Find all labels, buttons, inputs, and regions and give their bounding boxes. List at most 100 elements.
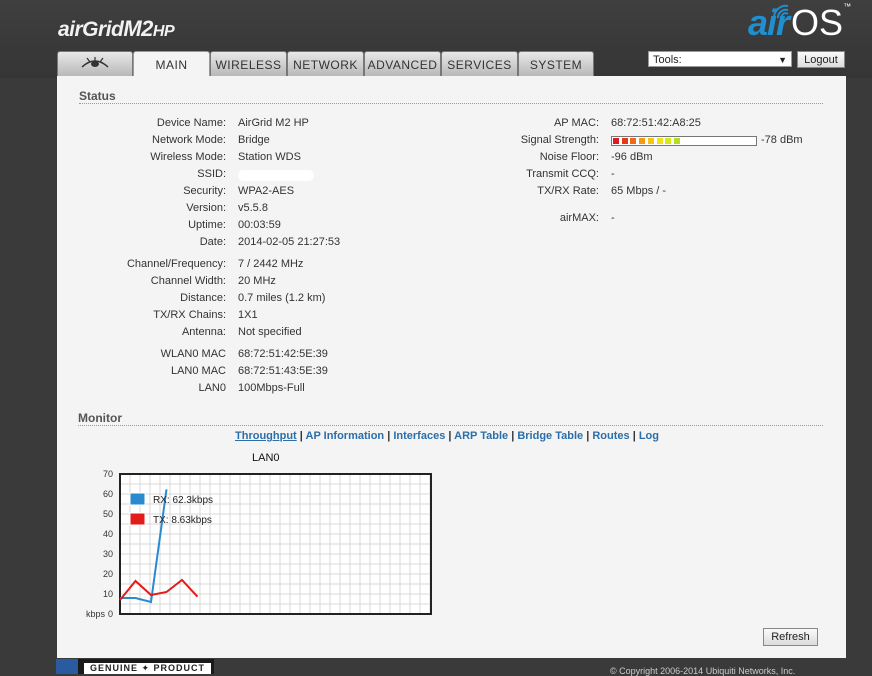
status-value: WPA2-AES — [238, 185, 295, 197]
signal-segment — [673, 138, 680, 144]
ssid-value-field — [238, 170, 314, 181]
y-tick-label: 60 — [103, 489, 113, 499]
ubiquiti-logo-icon — [81, 57, 109, 68]
link-arp-table[interactable]: ARP Table — [454, 430, 508, 442]
signal-segment — [621, 138, 628, 144]
tab-system[interactable]: SYSTEM — [518, 51, 594, 76]
copyright-text: © Copyright 2006-2014 Ubiquiti Networks,… — [610, 666, 796, 676]
status-label: Date: — [199, 236, 226, 248]
status-label: SSID: — [197, 168, 226, 180]
status-label: TX/RX Chains: — [153, 309, 226, 321]
status-label: Channel Width: — [150, 275, 226, 287]
shield-icon — [56, 659, 78, 674]
status-label: Security: — [183, 185, 226, 197]
y-tick-label: 20 — [103, 569, 113, 579]
signal-segment — [613, 138, 619, 144]
status-divider — [79, 103, 823, 104]
refresh-button[interactable]: Refresh — [763, 628, 818, 646]
signal-strength-bar — [611, 136, 757, 146]
airos-logo: airOS™ — [748, 2, 852, 43]
status-label: Uptime: — [188, 219, 226, 231]
tab-network[interactable]: NETWORK — [287, 51, 364, 76]
y-tick-label: 30 — [103, 549, 113, 559]
link-interfaces[interactable]: Interfaces — [393, 430, 445, 442]
status-label: Device Name: — [156, 117, 226, 129]
status-value: Not specified — [238, 326, 302, 338]
y-tick-label: 10 — [103, 589, 113, 599]
signal-strength-value: -78 dBm — [761, 134, 803, 146]
monitor-links: Throughput | AP Information | Interfaces… — [235, 430, 659, 442]
status-label: TX/RX Rate: — [537, 185, 599, 197]
status-label: Noise Floor: — [539, 151, 599, 163]
status-value: 68:72:51:42:A8:25 — [611, 117, 701, 129]
chart-title: LAN0 — [252, 452, 280, 464]
y-axis-label: kbps — [86, 609, 106, 619]
status-label: LAN0 MAC — [170, 365, 226, 377]
device-brand-logo: airGridM2HP — [58, 16, 175, 41]
status-label: AP MAC: — [553, 117, 599, 129]
status-value: 7 / 2442 MHz — [238, 258, 304, 270]
signal-segment — [665, 138, 672, 144]
monitor-section-title: Monitor — [78, 411, 122, 425]
status-label: WLAN0 MAC — [160, 348, 226, 360]
legend-swatch — [129, 512, 146, 526]
monitor-divider — [78, 425, 823, 426]
y-tick-label: 0 — [108, 609, 113, 619]
header-bar: airGridM2HP airOS™ MAIN WIRELESS NETWORK… — [0, 0, 872, 78]
status-value: 68:72:51:43:5E:39 — [238, 365, 328, 377]
status-label: LAN0 — [198, 382, 226, 394]
status-value: 0.7 miles (1.2 km) — [238, 292, 326, 304]
legend-swatch — [129, 492, 146, 506]
y-tick-label: 70 — [103, 469, 113, 479]
legend-label: TX: 8.63kbps — [153, 515, 212, 526]
status-label: Transmit CCQ: — [526, 168, 599, 180]
status-value: 2014-02-05 21:27:53 — [238, 236, 341, 248]
status-value: - — [611, 168, 615, 180]
tab-services[interactable]: SERVICES — [441, 51, 518, 76]
status-value: v5.5.8 — [238, 202, 268, 214]
tab-wireless[interactable]: WIRELESS — [210, 51, 287, 76]
signal-segment — [647, 138, 654, 144]
badge-text: GENUINE ✦ PRODUCT — [84, 663, 212, 674]
tab-ubiquiti-logo[interactable] — [57, 51, 133, 76]
status-value: Bridge — [238, 134, 270, 146]
tools-label: Tools: — [653, 54, 682, 66]
status-label: airMAX: — [559, 212, 599, 224]
status-label: Signal Strength: — [520, 134, 599, 146]
signal-segment — [630, 138, 637, 144]
status-value: 100Mbps-Full — [238, 382, 305, 394]
status-value: 65 Mbps / - — [611, 185, 667, 197]
throughput-chart: 0 10 20 30 40 50 60 70 kbps RX: 62.3kbps TX: 8.63k… — [86, 469, 432, 619]
signal-segment — [656, 138, 663, 144]
link-log[interactable]: Log — [639, 430, 659, 442]
status-value: Station WDS — [238, 151, 301, 163]
status-label: Wireless Mode: — [150, 151, 226, 163]
tab-advanced[interactable]: ADVANCED — [364, 51, 441, 76]
tab-main[interactable]: MAIN — [133, 51, 210, 78]
status-value: - — [611, 212, 615, 224]
legend-label: RX: 62.3kbps — [153, 495, 213, 506]
status-value: 20 MHz — [238, 275, 276, 287]
status-value: 68:72:51:42:5E:39 — [238, 348, 328, 360]
genuine-product-badge: GENUINE ✦ PRODUCT — [56, 659, 214, 674]
status-value: -96 dBm — [611, 151, 653, 163]
y-tick-label: 40 — [103, 529, 113, 539]
link-bridge-table[interactable]: Bridge Table — [517, 430, 583, 442]
dropdown-arrow-icon: ▼ — [778, 55, 787, 65]
link-routes[interactable]: Routes — [592, 430, 629, 442]
status-value: 1X1 — [238, 309, 258, 321]
status-label: Network Mode: — [152, 134, 226, 146]
logout-button[interactable]: Logout — [797, 51, 845, 68]
status-label: Version: — [186, 202, 226, 214]
status-label: Channel/Frequency: — [126, 258, 226, 270]
signal-segment — [639, 138, 646, 144]
tools-dropdown[interactable]: Tools: ▼ — [648, 51, 792, 67]
status-value: 00:03:59 — [238, 219, 281, 231]
status-label: Antenna: — [181, 326, 226, 338]
link-ap-information[interactable]: AP Information — [306, 430, 385, 442]
status-section-title: Status — [79, 89, 116, 103]
status-value: AirGrid M2 HP — [238, 117, 309, 129]
status-label: Distance: — [180, 292, 226, 304]
y-tick-label: 50 — [103, 509, 113, 519]
link-throughput[interactable]: Throughput — [235, 430, 297, 442]
